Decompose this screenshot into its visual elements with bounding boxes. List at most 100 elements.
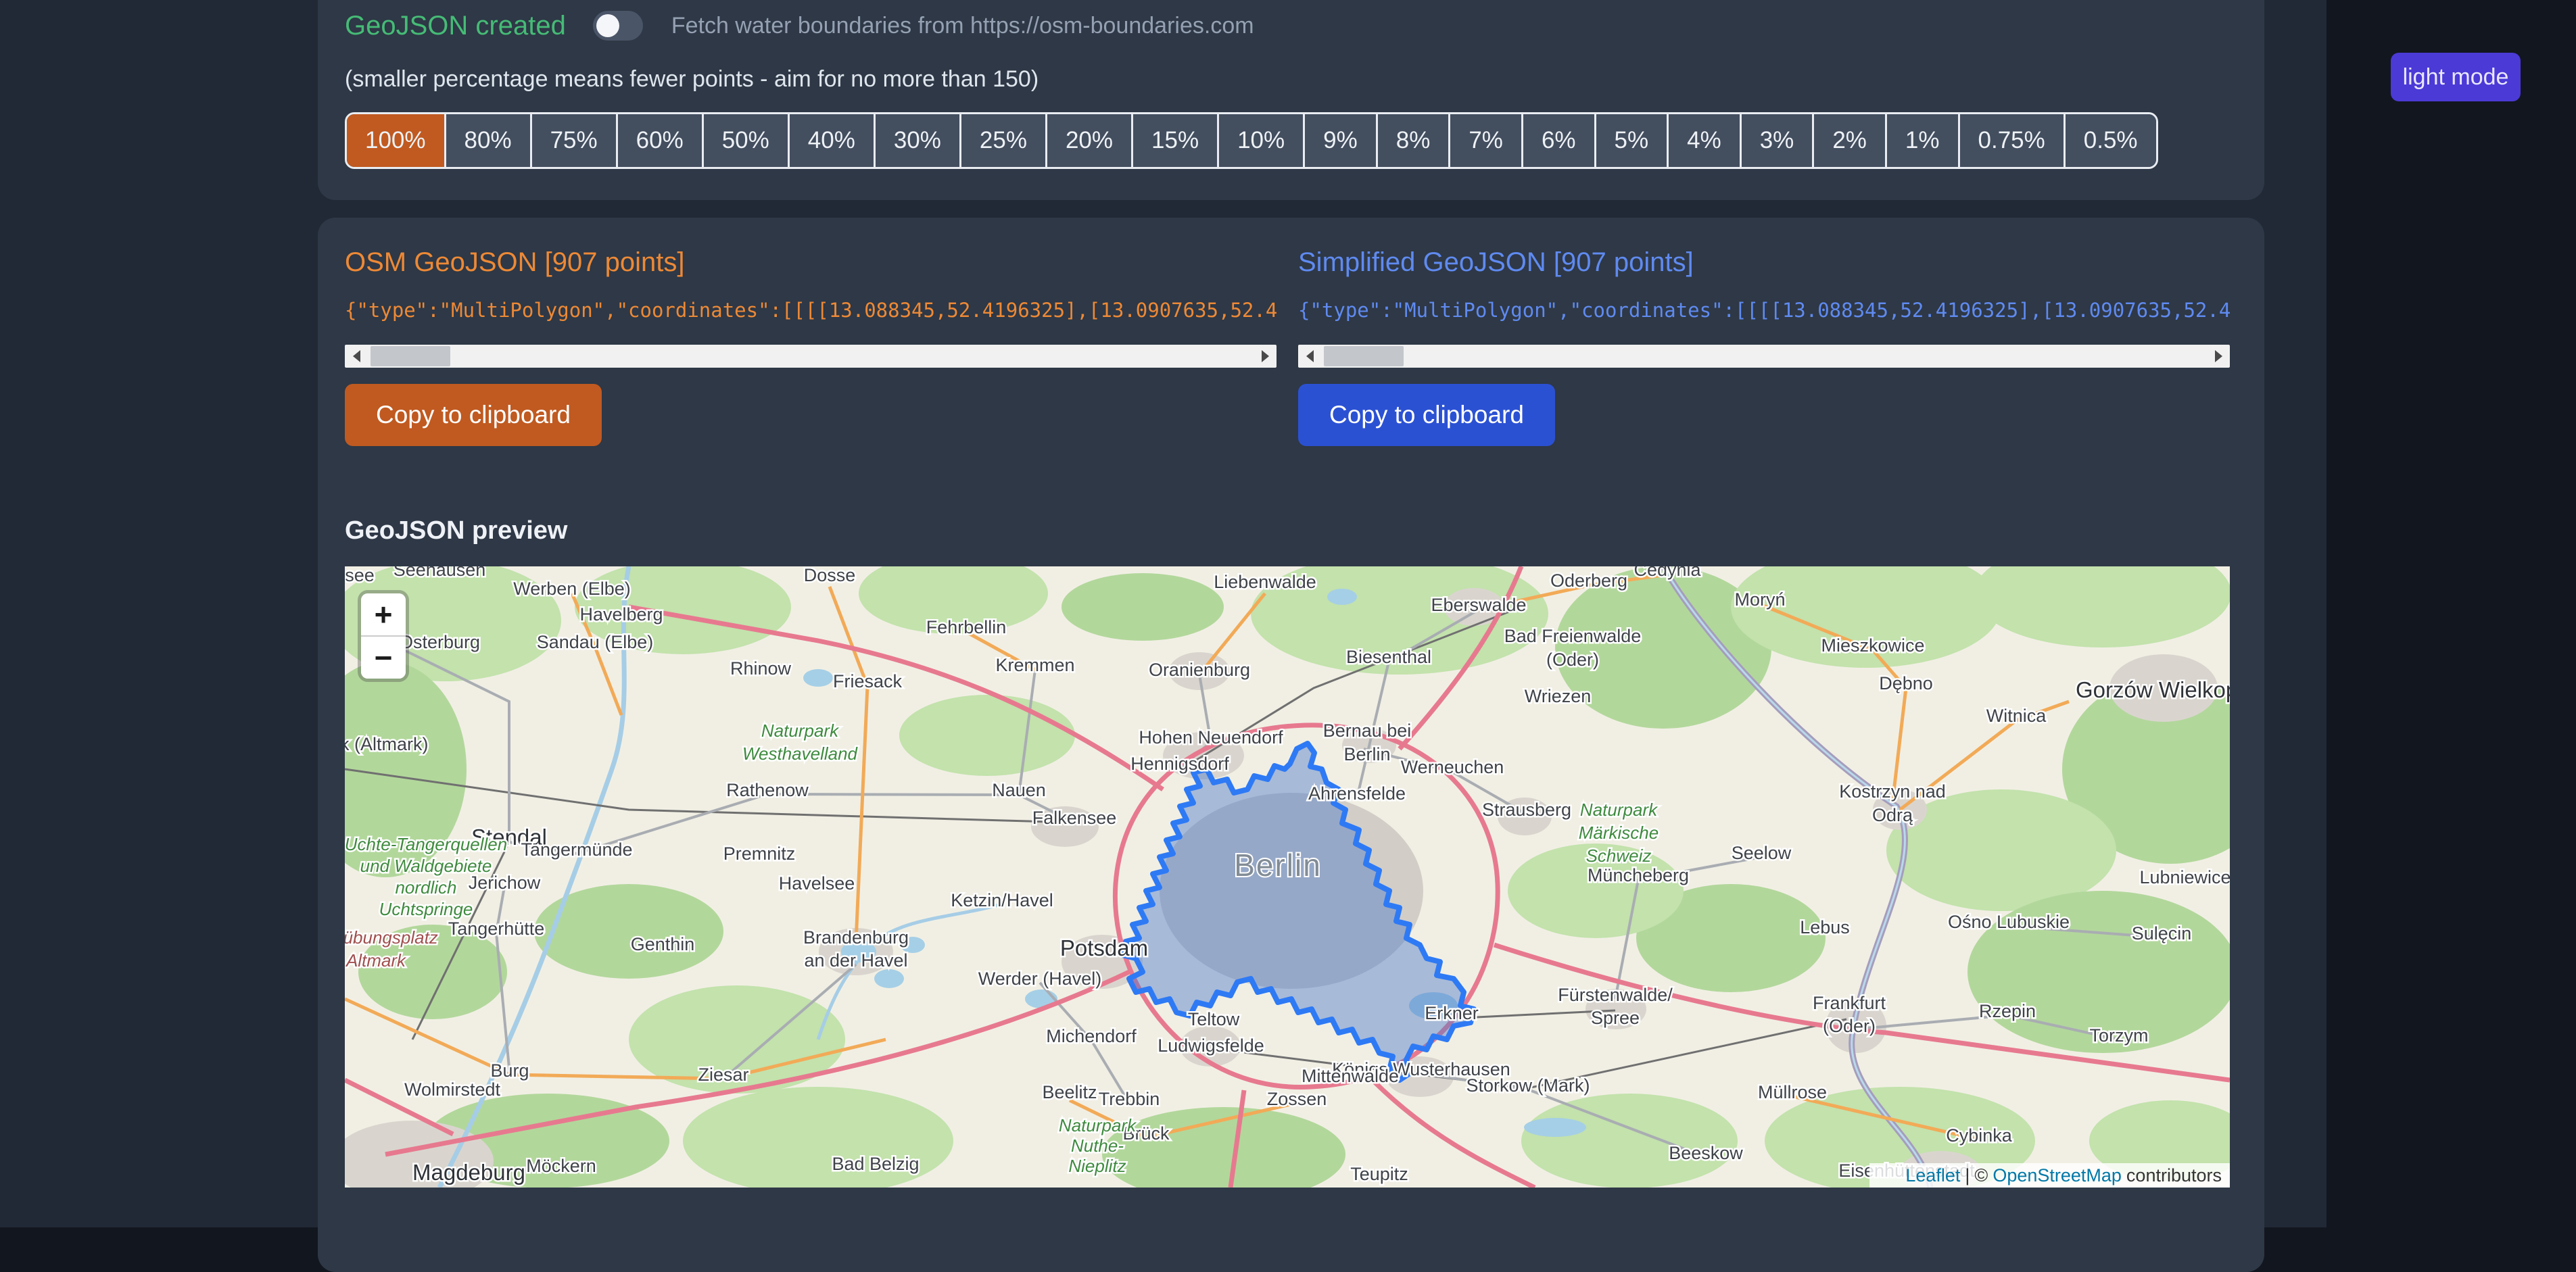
- map-label: Teupitz: [1350, 1164, 1408, 1184]
- output-card: OSM GeoJSON [907 points] {"type":"MultiP…: [318, 218, 2264, 1272]
- map-label: Ketzin/Havel: [951, 890, 1053, 910]
- map-label: Storkow (Mark): [1466, 1075, 1590, 1096]
- map-label: Strausberg: [1482, 800, 1571, 820]
- attribution-separator: |: [1965, 1165, 1970, 1186]
- map-label: Kostrzyn nad: [1839, 781, 1946, 802]
- map-label: Potsdam: [1060, 935, 1148, 960]
- map-label: Seelow: [1732, 843, 1792, 863]
- percent-group: 100%80%75%60%50%40%30%25%20%15%10%9%8%7%…: [345, 112, 2158, 169]
- zoom-out-button[interactable]: −: [361, 637, 406, 679]
- map-label: Oderberg: [1550, 570, 1627, 591]
- map-label: Nauen: [992, 780, 1046, 800]
- map-label: nordlich: [395, 877, 456, 898]
- map-label: Michendorf: [1046, 1026, 1137, 1046]
- percent-option-25%[interactable]: 25%: [959, 114, 1045, 167]
- map-label: Eberswalde: [1431, 595, 1526, 615]
- map-label: Gorzów Wielkopolski: [2076, 677, 2230, 702]
- percent-option-2%[interactable]: 2%: [1812, 114, 1885, 167]
- map-label: Fehrbellin: [926, 617, 1007, 637]
- map-label: Burg: [490, 1060, 529, 1081]
- map-label: park (Altmark): [345, 734, 429, 754]
- map-label: Lebus: [1800, 917, 1850, 937]
- map-label: Bernau bei: [1323, 720, 1412, 741]
- map-label: Naturpark: [761, 720, 840, 741]
- percent-option-10%[interactable]: 10%: [1217, 114, 1303, 167]
- map-label: Werneuchen: [1401, 757, 1504, 777]
- map-label: Bad Freienwalde: [1504, 626, 1642, 646]
- percent-option-50%[interactable]: 50%: [702, 114, 788, 167]
- osm-horizontal-scrollbar[interactable]: [345, 345, 1277, 368]
- light-mode-button[interactable]: light mode: [2391, 53, 2521, 101]
- percent-option-75%[interactable]: 75%: [530, 114, 616, 167]
- map-label: Mieszkowice: [1821, 635, 1924, 656]
- map-label: Erkner: [1425, 1003, 1479, 1023]
- map-label: Seehausen: [393, 566, 486, 580]
- percent-option-8%[interactable]: 8%: [1376, 114, 1449, 167]
- percent-option-4%[interactable]: 4%: [1667, 114, 1740, 167]
- map-label: Dębno: [1879, 673, 1933, 693]
- percent-option-0.75%[interactable]: 0.75%: [1958, 114, 2064, 167]
- water-boundaries-toggle[interactable]: [593, 11, 643, 41]
- map-label: Rathenow: [726, 780, 809, 800]
- map-label: Westhavelland: [742, 743, 859, 764]
- percent-option-7%[interactable]: 7%: [1448, 114, 1521, 167]
- map-label: Friesack: [833, 671, 903, 691]
- map-label: Ziesar: [698, 1065, 748, 1085]
- percent-option-30%[interactable]: 30%: [874, 114, 959, 167]
- map-label: Sulęcin: [2132, 923, 2192, 944]
- water-boundaries-label: Fetch water boundaries from https://osm-…: [671, 13, 1254, 39]
- percent-option-60%[interactable]: 60%: [616, 114, 702, 167]
- map-label: Naturpark: [1580, 800, 1659, 820]
- openstreetmap-link[interactable]: OpenStreetMap: [1993, 1165, 2122, 1186]
- map-label: Müncheberg: [1588, 865, 1689, 885]
- scroll-left-arrow-icon[interactable]: [345, 345, 368, 368]
- scroll-right-arrow-icon[interactable]: [2207, 345, 2230, 368]
- percent-option-80%[interactable]: 80%: [444, 114, 530, 167]
- map-label: Rzepin: [1979, 1001, 2036, 1021]
- scrollbar-thumb[interactable]: [371, 346, 450, 366]
- map-canvas[interactable]: seeSeehausenWerben (Elbe)DosseLiebenwald…: [345, 566, 2230, 1188]
- map-label: Tangerhütte: [448, 919, 545, 939]
- simplified-horizontal-scrollbar[interactable]: [1298, 345, 2230, 368]
- percent-option-20%[interactable]: 20%: [1045, 114, 1131, 167]
- osm-geojson-heading: OSM GeoJSON [907 points]: [345, 247, 684, 278]
- map-label: Torzym: [2090, 1025, 2149, 1046]
- map-label: Werder (Havel): [978, 969, 1102, 989]
- map-label: Sandau (Elbe): [537, 632, 654, 652]
- scrollbar-thumb[interactable]: [1324, 346, 1404, 366]
- map-label: Uchtspringe: [379, 899, 473, 919]
- map-label: Naturpark: [1059, 1115, 1137, 1135]
- map-label: Moryń: [1734, 589, 1785, 610]
- map-label: (Oder): [1546, 650, 1599, 670]
- map-label: und Waldgebiete: [360, 856, 492, 876]
- map-label: Werben (Elbe): [513, 579, 631, 599]
- percent-option-40%[interactable]: 40%: [788, 114, 874, 167]
- osm-copy-button[interactable]: Copy to clipboard: [345, 384, 602, 446]
- percent-option-3%[interactable]: 3%: [1740, 114, 1813, 167]
- percent-option-5%[interactable]: 5%: [1594, 114, 1667, 167]
- map-label: Wolmirstedt: [404, 1079, 501, 1100]
- osm-geojson-text[interactable]: {"type":"MultiPolygon","coordinates":[[[…: [345, 299, 1277, 322]
- map-label: Odrą: [1872, 805, 1913, 825]
- map-label: Schweiz: [1586, 846, 1652, 866]
- scroll-right-arrow-icon[interactable]: [1254, 345, 1277, 368]
- geojson-preview-heading: GeoJSON preview: [345, 516, 567, 545]
- map-label: Witnica: [1986, 706, 2047, 726]
- zoom-in-button[interactable]: +: [361, 593, 406, 637]
- leaflet-link[interactable]: Leaflet: [1905, 1165, 1960, 1186]
- berlin-boundary-polygon[interactable]: [1122, 743, 1474, 1080]
- percent-option-100%[interactable]: 100%: [347, 114, 444, 167]
- map-label: Magdeburg: [412, 1160, 525, 1185]
- percent-option-9%[interactable]: 9%: [1303, 114, 1376, 167]
- map-label: Tangermünde: [521, 839, 632, 860]
- simplified-geojson-text[interactable]: {"type":"MultiPolygon","coordinates":[[[…: [1298, 299, 2230, 322]
- map-label: Möckern: [526, 1156, 596, 1176]
- scroll-left-arrow-icon[interactable]: [1298, 345, 1321, 368]
- simplified-copy-button[interactable]: Copy to clipboard: [1298, 384, 1555, 446]
- percent-option-0.5%[interactable]: 0.5%: [2064, 114, 2156, 167]
- percent-option-6%[interactable]: 6%: [1521, 114, 1594, 167]
- percent-option-15%[interactable]: 15%: [1131, 114, 1217, 167]
- copyright-symbol: ©: [1974, 1165, 1988, 1186]
- percent-option-1%[interactable]: 1%: [1885, 114, 1958, 167]
- map-label: Falkensee: [1032, 808, 1117, 828]
